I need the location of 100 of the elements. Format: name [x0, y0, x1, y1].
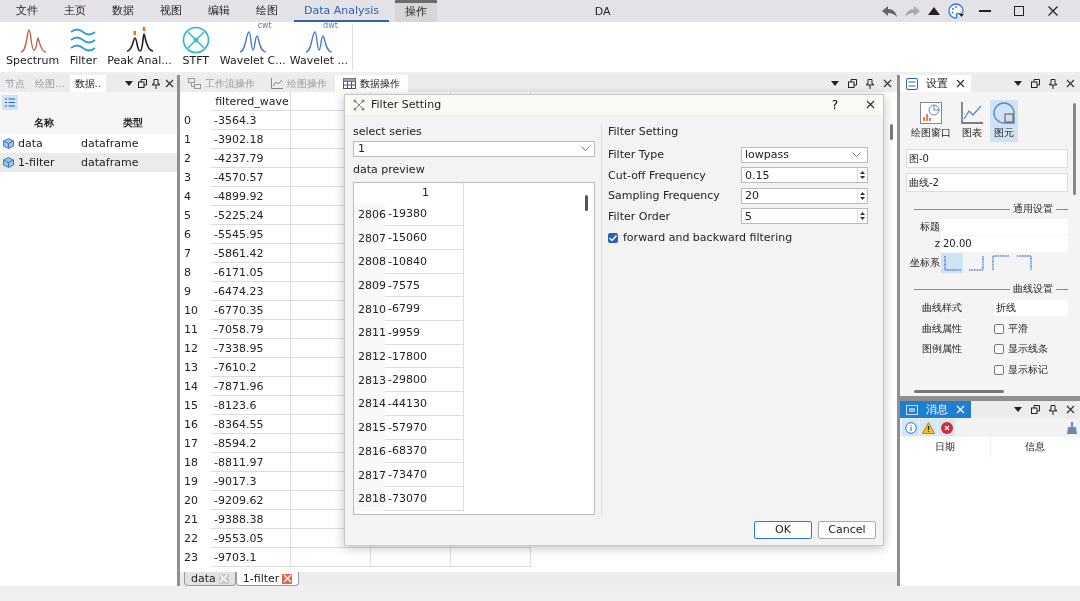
input-field[interactable]: 图-0	[906, 149, 1068, 168]
field-label: 坐标系	[909, 256, 941, 270]
column-header: 信息	[1024, 440, 1047, 454]
error-icon[interactable]	[938, 419, 955, 436]
panel-tab[interactable]: 数据操作	[335, 75, 408, 92]
maximize-icon[interactable]	[1014, 6, 1024, 16]
sheet-tab[interactable]: data	[184, 572, 236, 586]
close-icon[interactable]	[956, 79, 965, 88]
close-icon[interactable]	[1048, 6, 1058, 16]
menu-item[interactable]: 数据	[102, 0, 144, 22]
spin-arrows-icon[interactable]	[857, 188, 867, 203]
undo-icon[interactable]	[882, 5, 897, 17]
dropdown-icon[interactable]	[1014, 407, 1022, 412]
palette-icon[interactable]	[948, 3, 964, 19]
dropdown-icon[interactable]	[831, 81, 839, 86]
warning-icon[interactable]	[920, 419, 937, 436]
row-index: 9	[183, 284, 192, 300]
workflow-icon	[188, 78, 201, 89]
close-icon[interactable]	[1066, 79, 1075, 88]
field-label: z	[933, 238, 941, 249]
ribbon-tool[interactable]: Peak Anal...	[105, 24, 174, 70]
float-icon[interactable]	[1031, 405, 1040, 414]
table-cell: -9959	[385, 321, 464, 345]
table-cell: -57970	[385, 415, 464, 440]
sheet-tab[interactable]: 1-filter	[235, 572, 300, 586]
row-index: 2818	[354, 486, 385, 511]
table-cell: -5545.95	[211, 225, 291, 244]
checkbox[interactable]	[994, 364, 1004, 375]
cube-icon	[3, 157, 14, 168]
field-label: 标题	[919, 219, 941, 234]
dialog-button[interactable]: Cancel	[818, 520, 876, 539]
float-icon[interactable]	[1031, 79, 1040, 88]
panel-tab[interactable]: 数据..	[69, 75, 106, 92]
close-icon[interactable]	[883, 79, 892, 88]
row-index: 15	[183, 398, 199, 414]
data-row[interactable]: 1-filter dataframe	[0, 153, 177, 172]
float-icon[interactable]	[848, 79, 857, 88]
spin-arrows-icon[interactable]	[857, 209, 867, 224]
dropdown-icon[interactable]	[125, 81, 133, 86]
menu-item[interactable]: 视图	[150, 0, 192, 22]
dialog-button[interactable]: OK	[754, 520, 812, 539]
checkbox[interactable]	[608, 232, 618, 243]
series-dropdown[interactable]: 1	[353, 140, 595, 157]
collapse-icon[interactable]	[928, 7, 940, 15]
close-icon[interactable]	[165, 79, 174, 88]
ribbon-tool[interactable]: Filter	[61, 24, 106, 70]
row-index: 14	[183, 379, 199, 395]
caret-icon	[581, 146, 590, 152]
menu-item[interactable]: 文件	[6, 0, 48, 22]
spin-box[interactable]: 20	[741, 187, 868, 204]
menu-item[interactable]: 绘图	[246, 0, 288, 22]
line-chart-icon	[271, 78, 283, 89]
mode-button[interactable]: 图表	[958, 100, 986, 142]
info-icon[interactable]	[902, 419, 919, 436]
menu-item[interactable]: 编辑	[198, 0, 240, 22]
row-index: 2817	[354, 463, 385, 487]
scrollbar-thumb[interactable]	[585, 194, 588, 211]
spin-arrows-icon[interactable]	[857, 168, 867, 183]
input-field[interactable]: 20.00	[941, 235, 1068, 252]
help-button[interactable]: ?	[831, 97, 838, 112]
dropdown[interactable]: 折线	[994, 300, 1068, 317]
table-cell: -73070	[385, 486, 464, 511]
pin-icon[interactable]	[1049, 78, 1057, 89]
mode-button[interactable]: 图元	[990, 100, 1018, 142]
peaks-icon	[124, 26, 155, 54]
checkbox[interactable]	[994, 344, 1004, 355]
checkbox[interactable]	[994, 323, 1004, 334]
pin-icon[interactable]	[866, 78, 874, 89]
row-index: 17	[183, 436, 199, 452]
pin-icon[interactable]	[1049, 404, 1057, 415]
pin-icon[interactable]	[152, 78, 160, 89]
input-field[interactable]: 曲线-2	[906, 173, 1068, 192]
dropdown-icon[interactable]	[1014, 81, 1022, 86]
ribbon-tool[interactable]: Spectrum	[4, 24, 62, 70]
brush-icon[interactable]	[1066, 421, 1078, 434]
dropdown[interactable]: lowpass	[741, 146, 868, 163]
close-icon[interactable]	[866, 100, 875, 110]
table-cell: -7058.79	[211, 320, 291, 339]
close-icon[interactable]	[1066, 405, 1075, 414]
row-index: 2809	[354, 273, 385, 298]
spin-box[interactable]: 0.15	[741, 167, 868, 184]
group-title: Filter Setting	[608, 124, 680, 141]
data-row[interactable]: data dataframe	[0, 134, 177, 153]
data-type: dataframe	[80, 156, 140, 169]
caret-icon	[852, 152, 861, 158]
menu-item[interactable]: 操作	[395, 0, 438, 22]
scrollbar-thumb[interactable]	[1073, 103, 1076, 195]
table-cell: -8123.6	[211, 396, 291, 415]
list-view-button[interactable]	[2, 94, 18, 110]
scrollbar-thumb[interactable]	[914, 390, 1004, 393]
network-icon	[353, 98, 365, 111]
spin-box[interactable]: 5	[741, 208, 868, 225]
ribbon-tool[interactable]: STFT	[173, 24, 218, 70]
menu-item[interactable]: 主页	[54, 0, 96, 22]
float-icon[interactable]	[138, 79, 147, 88]
tab-label: 1-filter	[242, 572, 280, 585]
mode-button[interactable]: 绘图窗口	[908, 100, 954, 142]
scrollbar-thumb[interactable]	[890, 124, 893, 140]
row-index: 13	[183, 360, 199, 376]
tab-label: 工作流操作	[205, 76, 255, 91]
